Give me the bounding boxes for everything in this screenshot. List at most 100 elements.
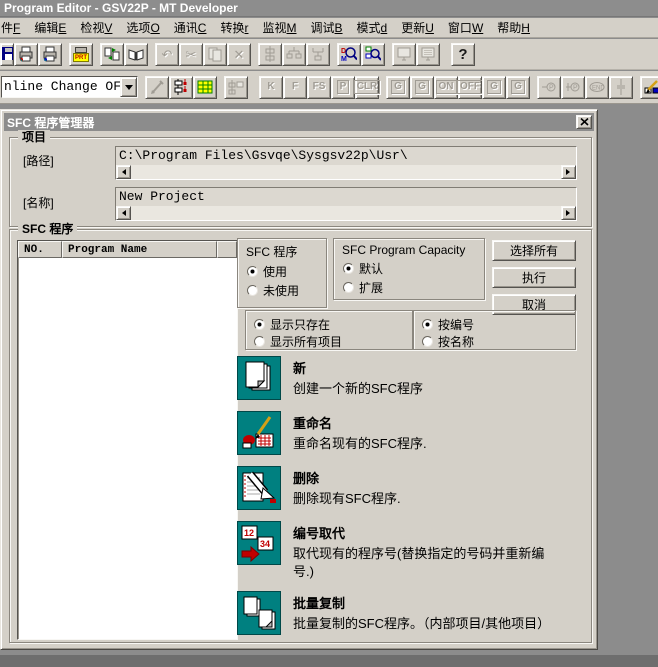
column-header-no[interactable]: NO. — [18, 241, 62, 258]
action-delete: 删除 删除现有SFC程序. — [293, 468, 585, 508]
scroll-right-button[interactable] — [561, 165, 576, 179]
scroll-track[interactable] — [131, 206, 561, 220]
menu-item-help[interactable]: 帮助H — [490, 17, 537, 38]
action-batch-copy-button[interactable] — [237, 591, 281, 635]
toolbar-sfc: nline Change OFF K F FS P CLR G G ON OFF… — [0, 71, 658, 104]
scroll-left-button[interactable] — [116, 206, 131, 220]
printer-setup-icon: PRT — [73, 46, 89, 62]
radio-indicator — [343, 263, 354, 274]
fs-device-button[interactable]: FS — [307, 76, 331, 99]
g-set-button[interactable]: G — [386, 76, 410, 99]
menu-item-convert[interactable]: 转换r — [213, 17, 255, 38]
action-new: 新 创建一个新的SFC程序 — [293, 358, 585, 398]
help-button[interactable]: ? — [451, 43, 475, 66]
jump-p-button[interactable]: P — [537, 76, 561, 99]
pc-read-write-button[interactable] — [100, 43, 124, 66]
menu-item-window[interactable]: 窗口W — [441, 17, 490, 38]
path-scrollbar[interactable] — [116, 165, 576, 179]
rename-icon — [240, 414, 278, 452]
dialog-title: SFC 程序管理器 — [4, 114, 94, 131]
scroll-right-button[interactable] — [561, 206, 576, 220]
off-button[interactable]: OFF — [458, 76, 482, 99]
save-button[interactable] — [0, 43, 14, 66]
menu-item-debug[interactable]: 调试B — [304, 17, 350, 38]
name-scrollbar[interactable] — [116, 206, 576, 220]
sfc-diagram-edit-button[interactable] — [169, 76, 193, 99]
scroll-track[interactable] — [131, 165, 561, 179]
name-field[interactable]: New Project — [115, 187, 577, 221]
program-list-body[interactable] — [19, 259, 236, 638]
f-device-button[interactable]: F — [283, 76, 307, 99]
sfc-groupbox: SFC 程序 NO. Program Name SFC 程序 使用 — [9, 229, 592, 643]
path-field[interactable]: C:\Program Files\Gsvqe\Sysgsv22p\Usr\ — [115, 146, 577, 180]
monitor-all-button[interactable] — [416, 43, 440, 66]
menu-item-edit[interactable]: 编辑E — [27, 17, 73, 38]
menu-item-view[interactable]: 检视V — [73, 17, 119, 38]
sfc-use-groupbox: SFC 程序 使用 未使用 — [237, 238, 327, 308]
sfc-write-button[interactable] — [640, 76, 658, 99]
sfc-branch-insert-button[interactable] — [282, 43, 306, 66]
edit-pen-button[interactable] — [145, 76, 169, 99]
print-preview-button[interactable] — [38, 43, 62, 66]
undo-button[interactable]: ↶ — [155, 43, 179, 66]
on-button[interactable]: ON — [434, 76, 458, 99]
sfc-group-title: SFC 程序 — [18, 222, 77, 236]
find-step-button[interactable] — [361, 43, 385, 66]
menu-item-options[interactable]: 选项O — [119, 17, 166, 38]
find-device-button[interactable]: DM — [337, 43, 361, 66]
action-renumber-button[interactable]: 1234 — [237, 521, 281, 565]
menu-item-comm[interactable]: 通讯C — [167, 17, 214, 38]
cut-button[interactable]: ✂ — [179, 43, 203, 66]
scroll-left-button[interactable] — [116, 165, 131, 179]
action-rename-button[interactable] — [237, 411, 281, 455]
radio-indicator — [247, 285, 258, 296]
end-step-button[interactable]: END — [585, 76, 609, 99]
radio-display-existing[interactable]: 显示只存在 — [254, 316, 330, 333]
combo-dropdown-button[interactable] — [120, 77, 137, 97]
menu-item-mode[interactable]: 模式d — [350, 17, 395, 38]
execute-button[interactable]: 执行 — [492, 267, 576, 288]
select-all-button[interactable]: 选择所有 — [492, 240, 576, 261]
sfc-monitor-button[interactable] — [224, 76, 248, 99]
delete-icon: ✕ — [234, 48, 245, 61]
radio-use[interactable]: 使用 — [247, 263, 287, 280]
print-button[interactable] — [14, 43, 38, 66]
sfc-branch-icon — [286, 46, 302, 62]
delete-button[interactable]: ✕ — [227, 43, 251, 66]
menu-item-update[interactable]: 更新U — [394, 17, 441, 38]
column-header-program-name[interactable]: Program Name — [62, 241, 217, 258]
radio-by-name[interactable]: 按名称 — [422, 333, 474, 350]
g-reset-button[interactable]: G — [410, 76, 434, 99]
program-listbox[interactable]: NO. Program Name — [17, 240, 238, 640]
svg-text:P: P — [573, 85, 578, 92]
menu-item-file[interactable]: 件F — [0, 17, 27, 38]
chevron-down-icon — [125, 85, 133, 94]
action-delete-button[interactable] — [237, 466, 281, 510]
dialog-titlebar[interactable]: SFC 程序管理器 — [4, 113, 594, 131]
transition-button[interactable] — [609, 76, 633, 99]
k-device-button[interactable]: K — [259, 76, 283, 99]
radio-unuse[interactable]: 未使用 — [247, 282, 299, 299]
online-change-combobox[interactable]: nline Change OFF — [1, 76, 138, 98]
radio-display-all[interactable]: 显示所有项目 — [254, 333, 342, 350]
jump-p-pair-button[interactable]: P — [561, 76, 585, 99]
dialog-close-button[interactable] — [576, 115, 592, 129]
g-latch-button[interactable]: G — [506, 76, 530, 99]
g-pulse-button[interactable]: G — [482, 76, 506, 99]
clr-device-button[interactable]: CLR — [355, 76, 379, 99]
device-list-button[interactable] — [193, 76, 217, 99]
menu-item-monitor[interactable]: 监视M — [255, 17, 303, 38]
radio-extended[interactable]: 扩展 — [343, 279, 383, 296]
radio-by-number[interactable]: 按编号 — [422, 316, 474, 333]
action-new-button[interactable] — [237, 356, 281, 400]
copy-button[interactable] — [203, 43, 227, 66]
verify-button[interactable] — [124, 43, 148, 66]
sfc-convergence-insert-button[interactable] — [306, 43, 330, 66]
printer-setup-button[interactable]: PRT — [69, 43, 93, 66]
radio-default[interactable]: 默认 — [343, 260, 383, 277]
sfc-step-insert-button[interactable] — [258, 43, 282, 66]
svg-text:M: M — [341, 56, 347, 62]
p-device-button[interactable]: P — [331, 76, 355, 99]
app-titlebar[interactable]: Program Editor - GSV22P - MT Developer — [0, 0, 658, 17]
monitor-start-button[interactable] — [392, 43, 416, 66]
